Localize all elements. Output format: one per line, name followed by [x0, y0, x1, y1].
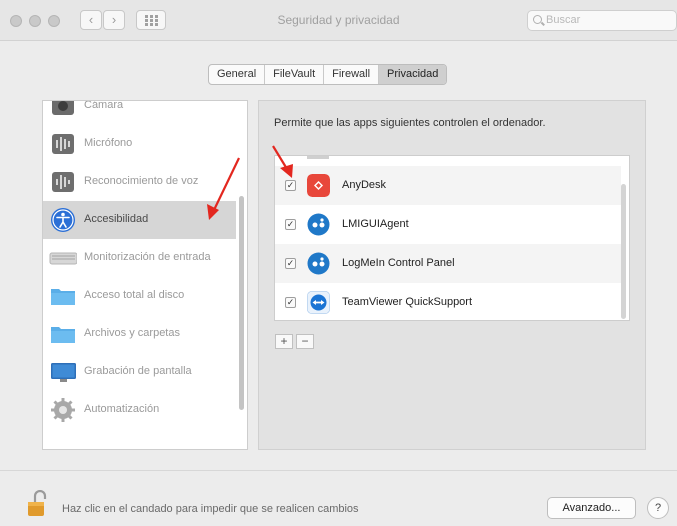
accessibility-icon: [51, 208, 75, 232]
search-placeholder: Buscar: [546, 14, 581, 26]
sidebar-item-label: Monitorización de entrada: [84, 251, 211, 263]
folder-icon: [51, 327, 75, 343]
sidebar-item-camara[interactable]: Cámara: [43, 100, 236, 125]
tab-bar: General FileVault Firewall Privacidad: [208, 64, 448, 85]
sidebar-item-label: Automatización: [84, 403, 160, 415]
sidebar-item-accesibilidad[interactable]: Accesibilidad: [43, 201, 236, 239]
sidebar-item-label: Reconocimiento de voz: [84, 175, 199, 187]
sidebar-item-label: Acceso total al disco: [84, 289, 185, 301]
app-name: LogMeIn Control Panel: [342, 257, 455, 269]
sidebar-item-automatizacion[interactable]: Automatización: [43, 391, 236, 429]
sidebar-item-label: Grabación de pantalla: [84, 365, 192, 377]
sidebar-item-label: Cámara: [84, 100, 124, 111]
sidebar-item-label: Archivos y carpetas: [84, 327, 180, 339]
app-name: LMIGUIAgent: [342, 218, 409, 230]
display-icon: [51, 363, 76, 382]
sidebar-item-grabacion-de-pantalla[interactable]: Grabación de pantalla: [43, 353, 236, 391]
logmein-icon: [307, 252, 330, 275]
help-button[interactable]: ?: [647, 497, 669, 519]
teamviewer-icon: [307, 291, 330, 314]
search-input[interactable]: Buscar: [527, 10, 677, 31]
lock-icon[interactable]: [27, 490, 47, 518]
advanced-button[interactable]: Avanzado...: [547, 497, 636, 519]
gear-icon: [51, 398, 75, 422]
folder-icon: [51, 289, 75, 305]
add-app-button[interactable]: +: [275, 334, 293, 349]
anydesk-icon: [307, 174, 330, 197]
remove-app-button[interactable]: −: [296, 334, 314, 349]
lock-hint-text: Haz clic en el candado para impedir que …: [62, 503, 359, 515]
camera-icon: [52, 101, 74, 115]
privacy-category-list[interactable]: Cámara Micrófono Reconocimiento de voz A…: [42, 100, 248, 450]
tab-firewall[interactable]: Firewall: [324, 65, 380, 84]
app-checkbox[interactable]: ✓: [285, 258, 296, 269]
microphone-icon: [52, 134, 74, 154]
footer-divider: [0, 470, 677, 471]
app-icon: [49, 435, 77, 450]
app-checkbox[interactable]: ✓: [285, 180, 296, 191]
sidebar-item-archivos-y-carpetas[interactable]: Archivos y carpetas: [43, 315, 236, 353]
tab-general[interactable]: General: [209, 65, 266, 84]
logmein-icon: [307, 213, 330, 236]
app-name: AnyDesk: [342, 179, 387, 191]
preferences-window: ‹ › Seguridad y privacidad Buscar Genera…: [0, 0, 677, 526]
app-checkbox[interactable]: ✓: [285, 297, 296, 308]
app-row-teamviewer-quicksupport[interactable]: ✓ TeamViewer QuickSupport: [275, 283, 621, 320]
sidebar-item-monitorizacion-de-entrada[interactable]: Monitorización de entrada: [43, 239, 236, 277]
sidebar-scrollbar[interactable]: [239, 196, 244, 410]
app-list-scrollbar[interactable]: [621, 184, 626, 319]
app-row-anydesk[interactable]: ✓ AnyDesk: [275, 166, 621, 205]
sidebar-item-acceso-total-al-disco[interactable]: Acceso total al disco: [43, 277, 236, 315]
sidebar-item-label: Micrófono: [84, 137, 133, 149]
app-row-logmein-control-panel[interactable]: ✓ LogMeIn Control Panel: [275, 244, 621, 283]
tab-filevault[interactable]: FileVault: [265, 65, 325, 84]
search-icon: [533, 15, 542, 24]
panel-description: Permite que las apps siguientes controle…: [274, 117, 546, 129]
keyboard-icon: [49, 252, 77, 265]
sidebar-item-reconocimiento-de-voz[interactable]: Reconocimiento de voz: [43, 163, 236, 201]
app-list[interactable]: ✓ AnyDesk ✓ LMIGUIAgent ✓ LogMeIn Contro…: [274, 155, 630, 321]
sidebar-item-label: Accesibilidad: [84, 213, 149, 225]
title-bar: ‹ › Seguridad y privacidad Buscar: [0, 0, 677, 41]
app-row-lmiguiagent[interactable]: ✓ LMIGUIAgent: [275, 205, 621, 244]
sidebar-item-microfono[interactable]: Micrófono: [43, 125, 236, 163]
speech-recognition-icon: [52, 172, 74, 192]
app-name: TeamViewer QuickSupport: [342, 296, 473, 308]
app-checkbox[interactable]: ✓: [285, 219, 296, 230]
sidebar-item-partial[interactable]: [43, 429, 236, 450]
partial-app-icon: [307, 156, 329, 159]
tab-privacidad[interactable]: Privacidad: [379, 65, 447, 84]
